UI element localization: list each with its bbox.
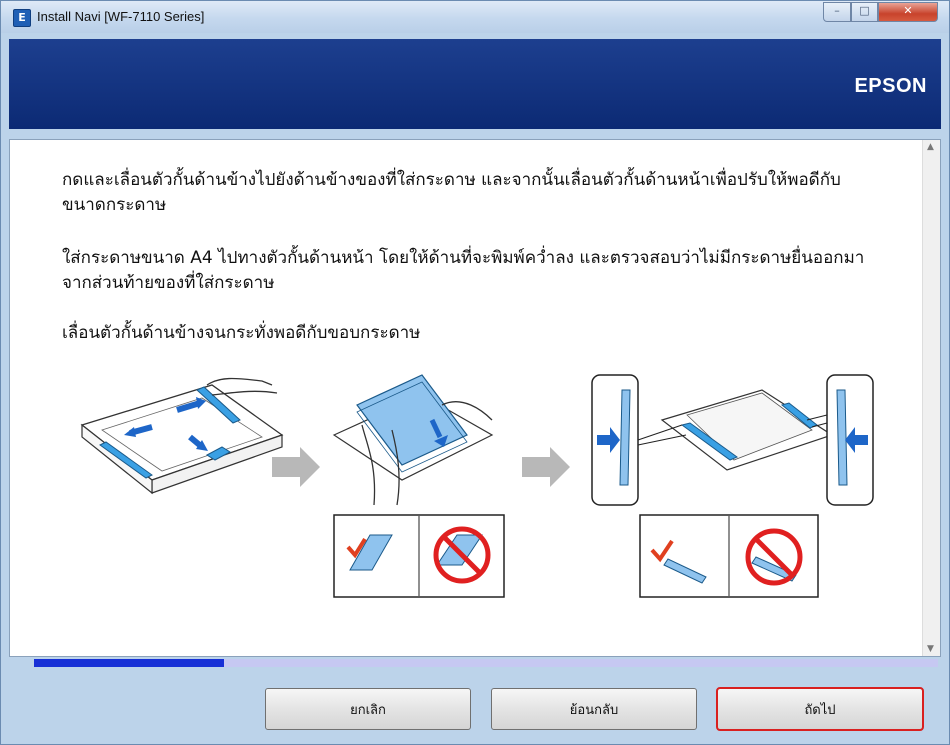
app-icon: E (13, 9, 31, 27)
window-title: Install Navi [WF-7110 Series] (37, 9, 205, 24)
next-step-arrow (272, 447, 320, 487)
paper-loading-illustration (80, 374, 874, 598)
scroll-up-icon[interactable]: ▲ (927, 142, 934, 152)
instruction-step-1: กดและเลื่อนตัวกั้นด้านข้างไปยังด้านข้างข… (62, 170, 841, 215)
edge-guide-adjust-image (591, 374, 874, 506)
minimize-button[interactable]: – (823, 2, 851, 22)
header-banner: EPSON (9, 39, 941, 129)
minimize-icon: – (834, 4, 840, 17)
progress-fill (34, 659, 224, 667)
maximize-button[interactable]: □ (851, 2, 878, 22)
brand-logo: EPSON (854, 75, 927, 97)
maximize-icon: □ (859, 4, 870, 17)
guide-fit-check-image (639, 514, 819, 598)
close-button[interactable]: ✕ (878, 2, 938, 22)
back-button[interactable]: ย้อนกลับ (491, 688, 697, 730)
cancel-button[interactable]: ยกเลิก (265, 688, 471, 730)
cassette-guides-image (80, 377, 284, 495)
scroll-down-icon[interactable]: ▼ (927, 644, 934, 654)
installer-window: E Install Navi [WF-7110 Series] – □ ✕ EP… (0, 0, 950, 745)
paper-insert-image (332, 374, 494, 506)
paper-position-check-image (333, 514, 505, 598)
instruction-panel: กดและเลื่อนตัวกั้นด้านข้างไปยังด้านข้างข… (9, 139, 941, 657)
vertical-scrollbar[interactable]: ▲ ▼ (922, 140, 940, 656)
install-progress-bar (34, 659, 938, 667)
next-step-arrow (522, 447, 570, 487)
next-button[interactable]: ถัดไป (716, 687, 924, 731)
instruction-step-2: ใส่กระดาษขนาด A4 ไปทางตัวกั้นด้านหน้า โด… (62, 248, 865, 293)
instruction-step-3: เลื่อนตัวกั้นด้านข้างจนกระทั่งพอดีกับขอบ… (62, 323, 421, 343)
close-icon: ✕ (903, 4, 913, 17)
title-bar[interactable]: E Install Navi [WF-7110 Series] – □ ✕ (1, 1, 949, 33)
